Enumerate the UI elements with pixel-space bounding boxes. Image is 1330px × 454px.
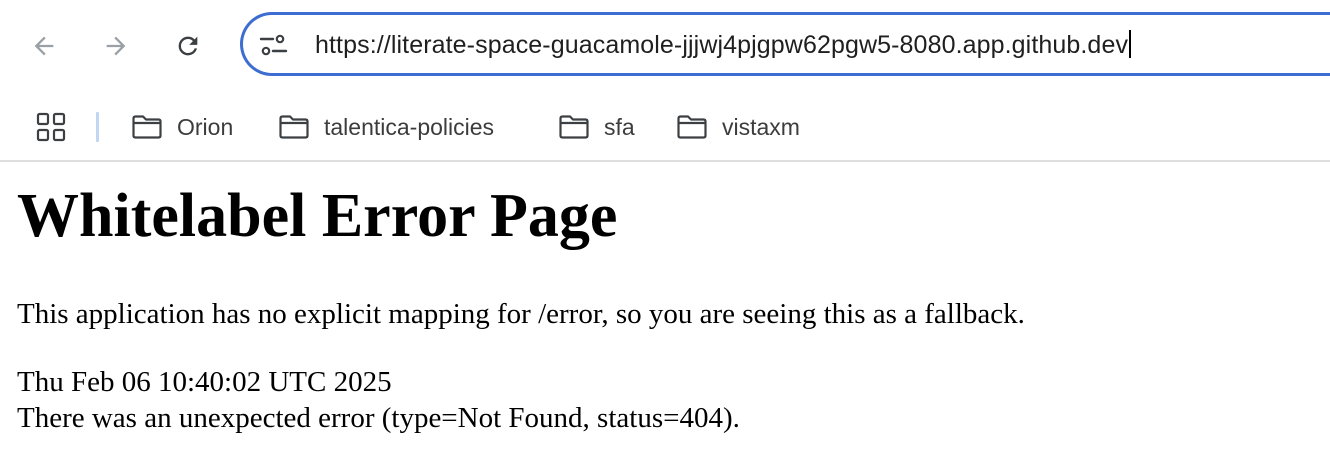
address-bar[interactable]: https://literate-space-guacamole-jjjwj4p… [240, 12, 1330, 76]
forward-button[interactable] [96, 26, 136, 66]
bookmark-folder-talentica-policies[interactable]: talentica-policies [278, 110, 494, 144]
arrow-left-icon [34, 36, 54, 56]
apps-grid-icon[interactable] [36, 112, 66, 142]
site-info-icon[interactable] [259, 33, 289, 57]
bookmark-label: talentica-policies [324, 113, 495, 140]
url-text: https://literate-space-guacamole-jjjwj4p… [315, 31, 1129, 59]
browser-toolbar: https://literate-space-guacamole-jjjwj4p… [0, 0, 1330, 96]
bookmark-folder-sfa[interactable]: sfa [558, 110, 635, 144]
url-input[interactable]: https://literate-space-guacamole-jjjwj4p… [315, 29, 1132, 61]
error-timestamp: Thu Feb 06 10:40:02 UTC 2025 [17, 366, 392, 398]
bookmark-folder-orion[interactable]: Orion [131, 110, 233, 144]
bookmark-folder-vistaxm[interactable]: vistaxm [676, 110, 800, 144]
folder-icon [559, 115, 589, 139]
text-caret [1129, 30, 1132, 58]
reload-button[interactable] [168, 26, 208, 66]
folder-icon [677, 115, 707, 139]
error-message: This application has no explicit mapping… [17, 298, 1025, 330]
bookmarks-bar: Orion talentica-policies sfa vistaxm [0, 96, 1330, 160]
folder-icon [279, 115, 309, 139]
folder-icon [132, 115, 162, 139]
bookmarks-separator [96, 112, 99, 142]
arrow-right-icon [106, 36, 126, 56]
page-title: Whitelabel Error Page [17, 182, 618, 250]
bookmark-label: vistaxm [722, 113, 800, 140]
error-detail: There was an unexpected error (type=Not … [17, 402, 740, 434]
back-button[interactable] [24, 26, 64, 66]
reload-icon [178, 36, 198, 56]
bookmark-label: Orion [177, 113, 234, 140]
toolbar-divider [0, 160, 1330, 162]
bookmark-label: sfa [604, 113, 635, 140]
